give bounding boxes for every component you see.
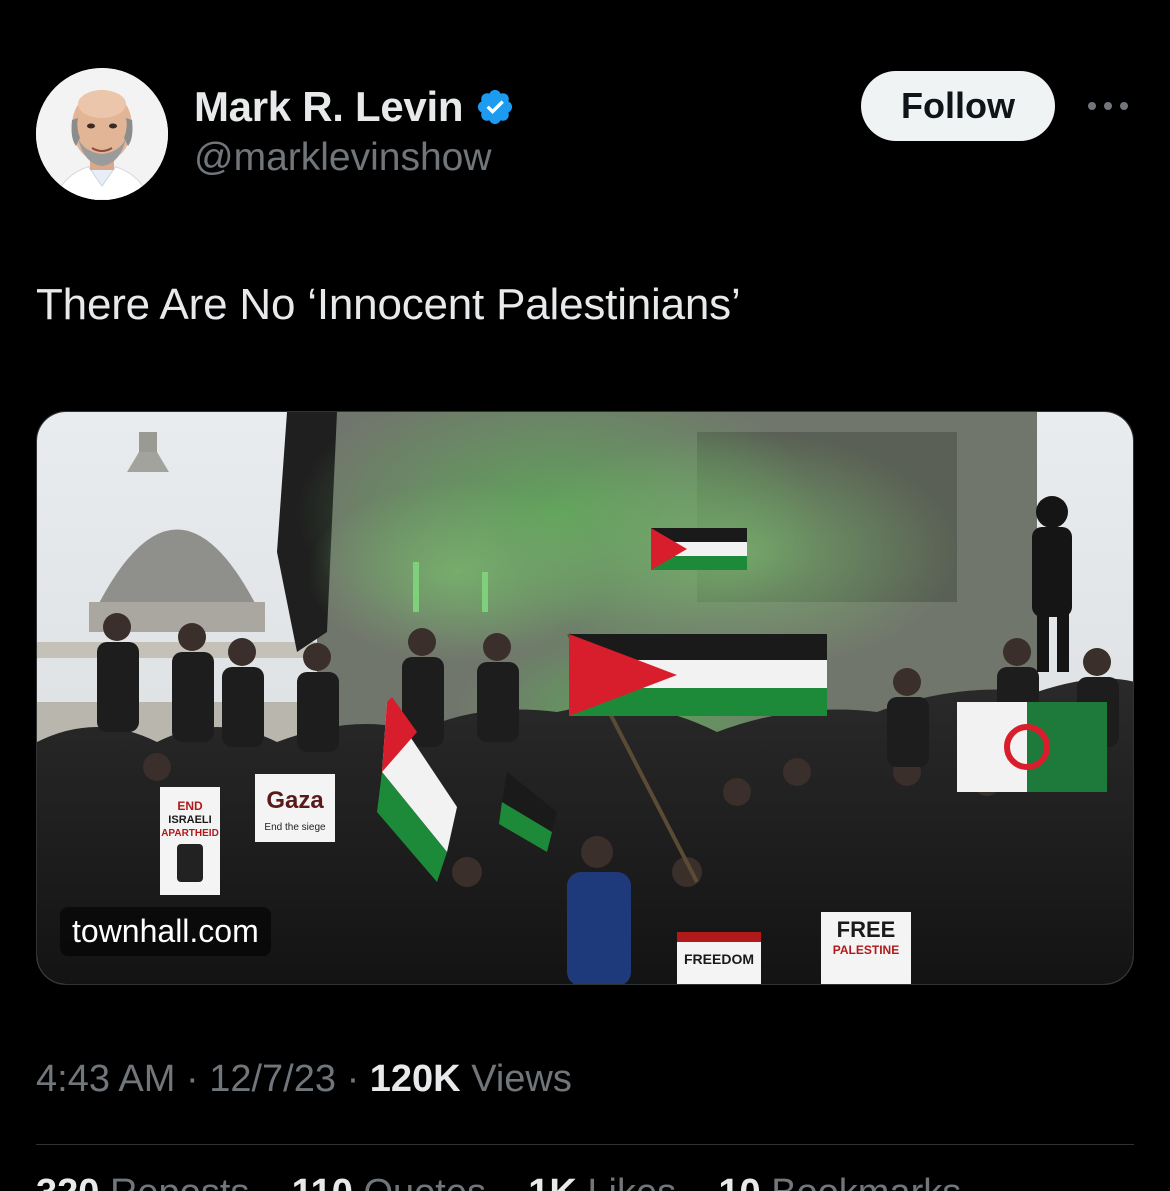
free-sign-line1: FREE bbox=[837, 917, 896, 942]
bookmarks-stat[interactable]: 10 Bookmarks bbox=[718, 1172, 961, 1191]
tweet-detail-screen: Mark R. Levin @marklevinshow Follow Ther… bbox=[0, 0, 1170, 1191]
apartheid-sign-line3: APARTHEID bbox=[161, 828, 219, 839]
display-name-row: Mark R. Levin bbox=[194, 82, 515, 132]
likes-count: 1K bbox=[528, 1172, 577, 1191]
verified-badge-icon bbox=[478, 89, 513, 125]
engagement-stats-row: 320 Reposts 110 Quotes 1K Likes 10 Bookm… bbox=[36, 1172, 1134, 1191]
tweet-text: There Are No ‘Innocent Palestinians’ bbox=[36, 280, 741, 329]
author-handle[interactable]: @marklevinshow bbox=[194, 136, 515, 180]
avatar-photo bbox=[36, 68, 168, 200]
more-horizontal-icon bbox=[1088, 102, 1128, 110]
apartheid-sign: END ISRAELI APARTHEID bbox=[160, 787, 220, 895]
freedom-sign: FREEDOM bbox=[677, 932, 761, 984]
author-avatar[interactable] bbox=[36, 68, 168, 200]
link-domain-label[interactable]: townhall.com bbox=[60, 907, 271, 956]
reposts-label: Reposts bbox=[110, 1172, 249, 1191]
tweet-date[interactable]: 12/7/23 bbox=[209, 1058, 336, 1100]
free-palestine-sign: FREE PALESTINE bbox=[821, 912, 911, 984]
reposts-count: 320 bbox=[36, 1172, 99, 1191]
reposts-stat[interactable]: 320 Reposts bbox=[36, 1172, 249, 1191]
divider bbox=[36, 1144, 1134, 1145]
meta-separator: · bbox=[185, 1058, 199, 1100]
author-info[interactable]: Mark R. Levin @marklevinshow bbox=[194, 82, 515, 180]
author-display-name[interactable]: Mark R. Levin bbox=[194, 83, 463, 131]
apartheid-sign-line2: ISRAELI bbox=[168, 814, 211, 826]
quotes-stat[interactable]: 110 Quotes bbox=[292, 1172, 486, 1191]
gaza-sign-text: Gaza bbox=[266, 787, 324, 814]
bookmarks-count: 10 bbox=[718, 1172, 760, 1191]
bookmarks-label: Bookmarks bbox=[771, 1172, 961, 1191]
tweet-meta: 4:43 AM · 12/7/23 · 120K Views bbox=[36, 1058, 572, 1101]
gaza-sign-subtitle: End the siege bbox=[264, 822, 326, 833]
quotes-label: Quotes bbox=[363, 1172, 486, 1191]
views-count: 120K bbox=[369, 1058, 461, 1100]
more-options-button[interactable] bbox=[1080, 86, 1136, 126]
link-preview-card[interactable]: Gaza End the siege END ISRAELI APARTHEID… bbox=[36, 411, 1134, 985]
free-sign-line2: PALESTINE bbox=[833, 943, 899, 957]
meta-separator: · bbox=[346, 1058, 360, 1100]
gaza-sign: Gaza End the siege bbox=[255, 774, 335, 842]
follow-button[interactable]: Follow bbox=[861, 71, 1055, 141]
protest-photo: Gaza End the siege END ISRAELI APARTHEID… bbox=[37, 412, 1133, 984]
apartheid-sign-line1: END bbox=[177, 799, 203, 813]
tweet-time[interactable]: 4:43 AM bbox=[36, 1058, 175, 1100]
quotes-count: 110 bbox=[292, 1172, 353, 1191]
freedom-sign-text: FREEDOM bbox=[684, 951, 754, 967]
likes-label: Likes bbox=[587, 1172, 676, 1191]
views-label: Views bbox=[471, 1058, 572, 1100]
likes-stat[interactable]: 1K Likes bbox=[528, 1172, 676, 1191]
